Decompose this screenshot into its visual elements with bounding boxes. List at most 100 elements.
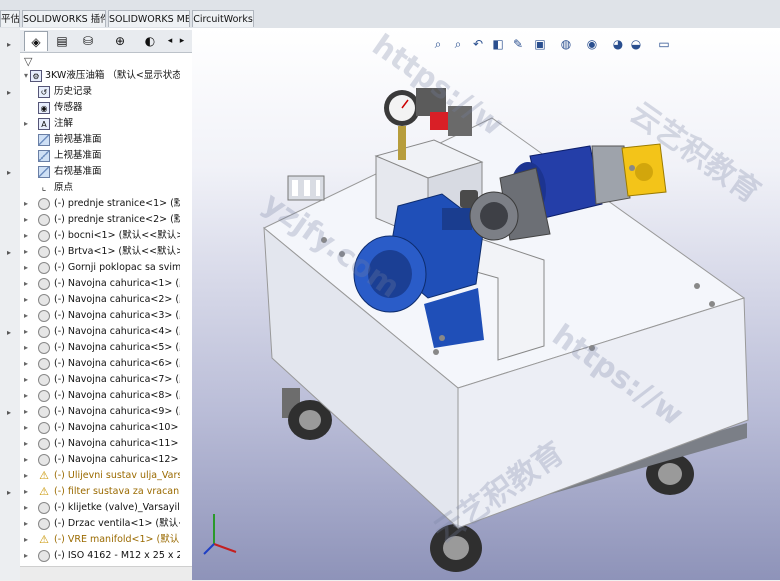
tree-item-label: (-) Drzac ventila<1> (默认<<默 <box>54 518 180 529</box>
appearance-icon[interactable]: ◐ <box>138 31 162 51</box>
expand-icon[interactable]: ▸ <box>24 484 32 500</box>
expand-icon[interactable]: ▸ <box>24 260 32 276</box>
part-icon <box>38 374 50 386</box>
filter-icon[interactable]: ▽ <box>24 55 32 68</box>
expand-icon[interactable]: ▸ <box>24 532 32 548</box>
tab-circuitworks[interactable]: CircuitWorks <box>192 10 254 27</box>
tree-item-label: (-) Navojna cahurica<4> (默认 <box>54 326 180 337</box>
chevron-left-icon[interactable]: ▸ <box>1 40 17 50</box>
tree-item-label: (-) prednje stranice<1> (默认< <box>54 198 180 209</box>
expand-icon[interactable]: ▸ <box>24 372 32 388</box>
feature-tree: ▾ ⚙ 3KW液压油箱 （默认<显示状态-1>） ↺ 历史记录 ◉ 传感器 ▸ … <box>20 68 180 580</box>
tree-item-label: 上视基准面 <box>54 150 102 161</box>
tree-item-label: (-) Ulijevni sustav ulja_Vars <box>54 470 180 481</box>
feature-manager-panel: ◈ ▤ ⛁ ⊕ ◐ ◂ ▸ ▽ ▾ ⚙ 3KW液压油箱 （默认<显示状态-1>）… <box>20 28 211 581</box>
chevron-right-icon[interactable]: ▸ <box>176 31 188 51</box>
oil-filler-cap <box>287 175 325 201</box>
expand-icon[interactable]: ▸ <box>24 388 32 404</box>
tree-item-label: (-) Navojna cahurica<8> (默认 <box>54 390 180 401</box>
part-icon <box>38 198 50 210</box>
tree-item-label: (-) Navojna cahurica<12> (默认 <box>54 454 180 465</box>
tree-item-label: (-) prednje stranice<2> (默认< <box>54 214 180 225</box>
expand-icon[interactable]: ▸ <box>24 324 32 340</box>
sensor-icon: ◉ <box>38 102 50 114</box>
tree-item-label: 前视基准面 <box>54 134 102 145</box>
expand-icon[interactable]: ▸ <box>24 436 32 452</box>
plane-icon <box>38 166 50 178</box>
tree-item-label: (-) VRE manifold<1> (默认 <box>54 534 180 545</box>
expand-icon[interactable]: ▸ <box>24 452 32 468</box>
part-icon <box>38 294 50 306</box>
command-manager-tabs: 平估 SOLIDWORKS 插件 SOLIDWORKS MBD CircuitW… <box>0 0 780 29</box>
chevron-left-icon[interactable]: ▸ <box>1 248 17 258</box>
part-icon <box>38 406 50 418</box>
property-icon[interactable]: ▤ <box>50 31 74 51</box>
left-collapsed-panel: ▸ ▸ ▸ ▸ ▸ ▸ ▸ <box>0 28 21 580</box>
part-icon <box>38 358 50 370</box>
tree-item-label: (-) Navojna cahurica<3> (默认 <box>54 310 180 321</box>
expand-icon[interactable]: ▸ <box>24 404 32 420</box>
expand-icon[interactable]: ▸ <box>24 516 32 532</box>
feature-manager-tabs: ◈ ▤ ⛁ ⊕ ◐ ◂ ▸ <box>20 30 192 53</box>
plane-icon <box>38 150 50 162</box>
expand-icon[interactable]: ▸ <box>24 500 32 516</box>
plane-icon <box>38 134 50 146</box>
dimxpert-icon[interactable]: ⊕ <box>108 31 132 51</box>
chevron-left-icon[interactable]: ▸ <box>1 408 17 418</box>
expand-icon[interactable]: ▸ <box>24 116 32 132</box>
tree-item-label: (-) filter sustava za vracan <box>54 486 180 497</box>
part-icon <box>38 422 50 434</box>
origin-icon: ⌞ <box>41 182 47 193</box>
chevron-left-icon[interactable]: ◂ <box>164 31 176 51</box>
tree-item-label: 右视基准面 <box>54 166 102 177</box>
expand-icon[interactable]: ▸ <box>24 244 32 260</box>
expand-icon[interactable]: ▸ <box>24 276 32 292</box>
tab-evaluate[interactable]: 平估 <box>0 10 20 27</box>
expand-icon[interactable]: ▸ <box>24 548 32 564</box>
tab-solidworks-mbd[interactable]: SOLIDWORKS MBD <box>108 10 190 27</box>
expand-icon[interactable]: ▸ <box>24 308 32 324</box>
part-icon <box>38 326 50 338</box>
part-icon <box>38 262 50 274</box>
tree-item-label: (-) Navojna cahurica<7> (默认 <box>54 374 180 385</box>
tab-solidworks-addins[interactable]: SOLIDWORKS 插件 <box>22 10 106 27</box>
chevron-left-icon[interactable]: ▸ <box>1 168 17 178</box>
warning-icon: ⚠ <box>39 469 49 482</box>
part-icon <box>38 278 50 290</box>
history-icon: ↺ <box>38 86 50 98</box>
expand-icon[interactable]: ▸ <box>24 228 32 244</box>
tree-item-label: (-) Navojna cahurica<11> (默认 <box>54 438 180 449</box>
chevron-left-icon[interactable]: ▸ <box>1 328 17 338</box>
tree-item-label: (-) Navojna cahurica<10> (默认 <box>54 422 180 433</box>
part-icon <box>38 342 50 354</box>
part-icon <box>38 214 50 226</box>
part-icon <box>38 390 50 402</box>
tree-item-label: (-) ISO 4162 - M12 x 25 x 25 <box>54 550 180 561</box>
tree-item-label: (-) Navojna cahurica<2> (默认 <box>54 294 180 305</box>
part-icon <box>38 310 50 322</box>
tree-horizontal-scrollbar[interactable] <box>20 566 210 581</box>
expand-icon[interactable]: ▸ <box>24 212 32 228</box>
annotation-icon: A <box>38 118 50 130</box>
tree-item-label: 历史记录 <box>54 86 93 97</box>
part-icon <box>38 550 50 562</box>
chevron-left-icon[interactable]: ▸ <box>1 88 17 98</box>
expand-icon[interactable]: ▸ <box>24 292 32 308</box>
expand-icon[interactable]: ▸ <box>24 420 32 436</box>
tree-item-label: (-) Brtva<1> (默认<<默认>_显 <box>54 246 180 257</box>
expand-icon[interactable]: ▸ <box>24 340 32 356</box>
graphics-viewport[interactable]: ⌕ ⌕ ↶ ◧ ✎ ▣ ◍ ◉ ◕ ◒ ▭ https://w 云艺积教育 yz… <box>192 28 780 580</box>
expand-icon[interactable]: ▸ <box>24 196 32 212</box>
assembly-icon: ⚙ <box>30 70 42 82</box>
feature-tree-icon[interactable]: ◈ <box>24 31 48 51</box>
tree-item-label: 注解 <box>54 118 74 129</box>
tree-item-label: 传感器 <box>54 102 83 113</box>
tree-item-label: (-) Navojna cahurica<5> (默认 <box>54 342 180 353</box>
config-icon[interactable]: ⛁ <box>76 31 100 51</box>
tree-root-label: 3KW液压油箱 （默认<显示状态-1>） <box>45 70 180 81</box>
chevron-left-icon[interactable]: ▸ <box>1 488 17 498</box>
expand-icon[interactable]: ▸ <box>24 356 32 372</box>
warning-icon: ⚠ <box>39 533 49 546</box>
part-icon <box>38 230 50 242</box>
expand-icon[interactable]: ▸ <box>24 468 32 484</box>
